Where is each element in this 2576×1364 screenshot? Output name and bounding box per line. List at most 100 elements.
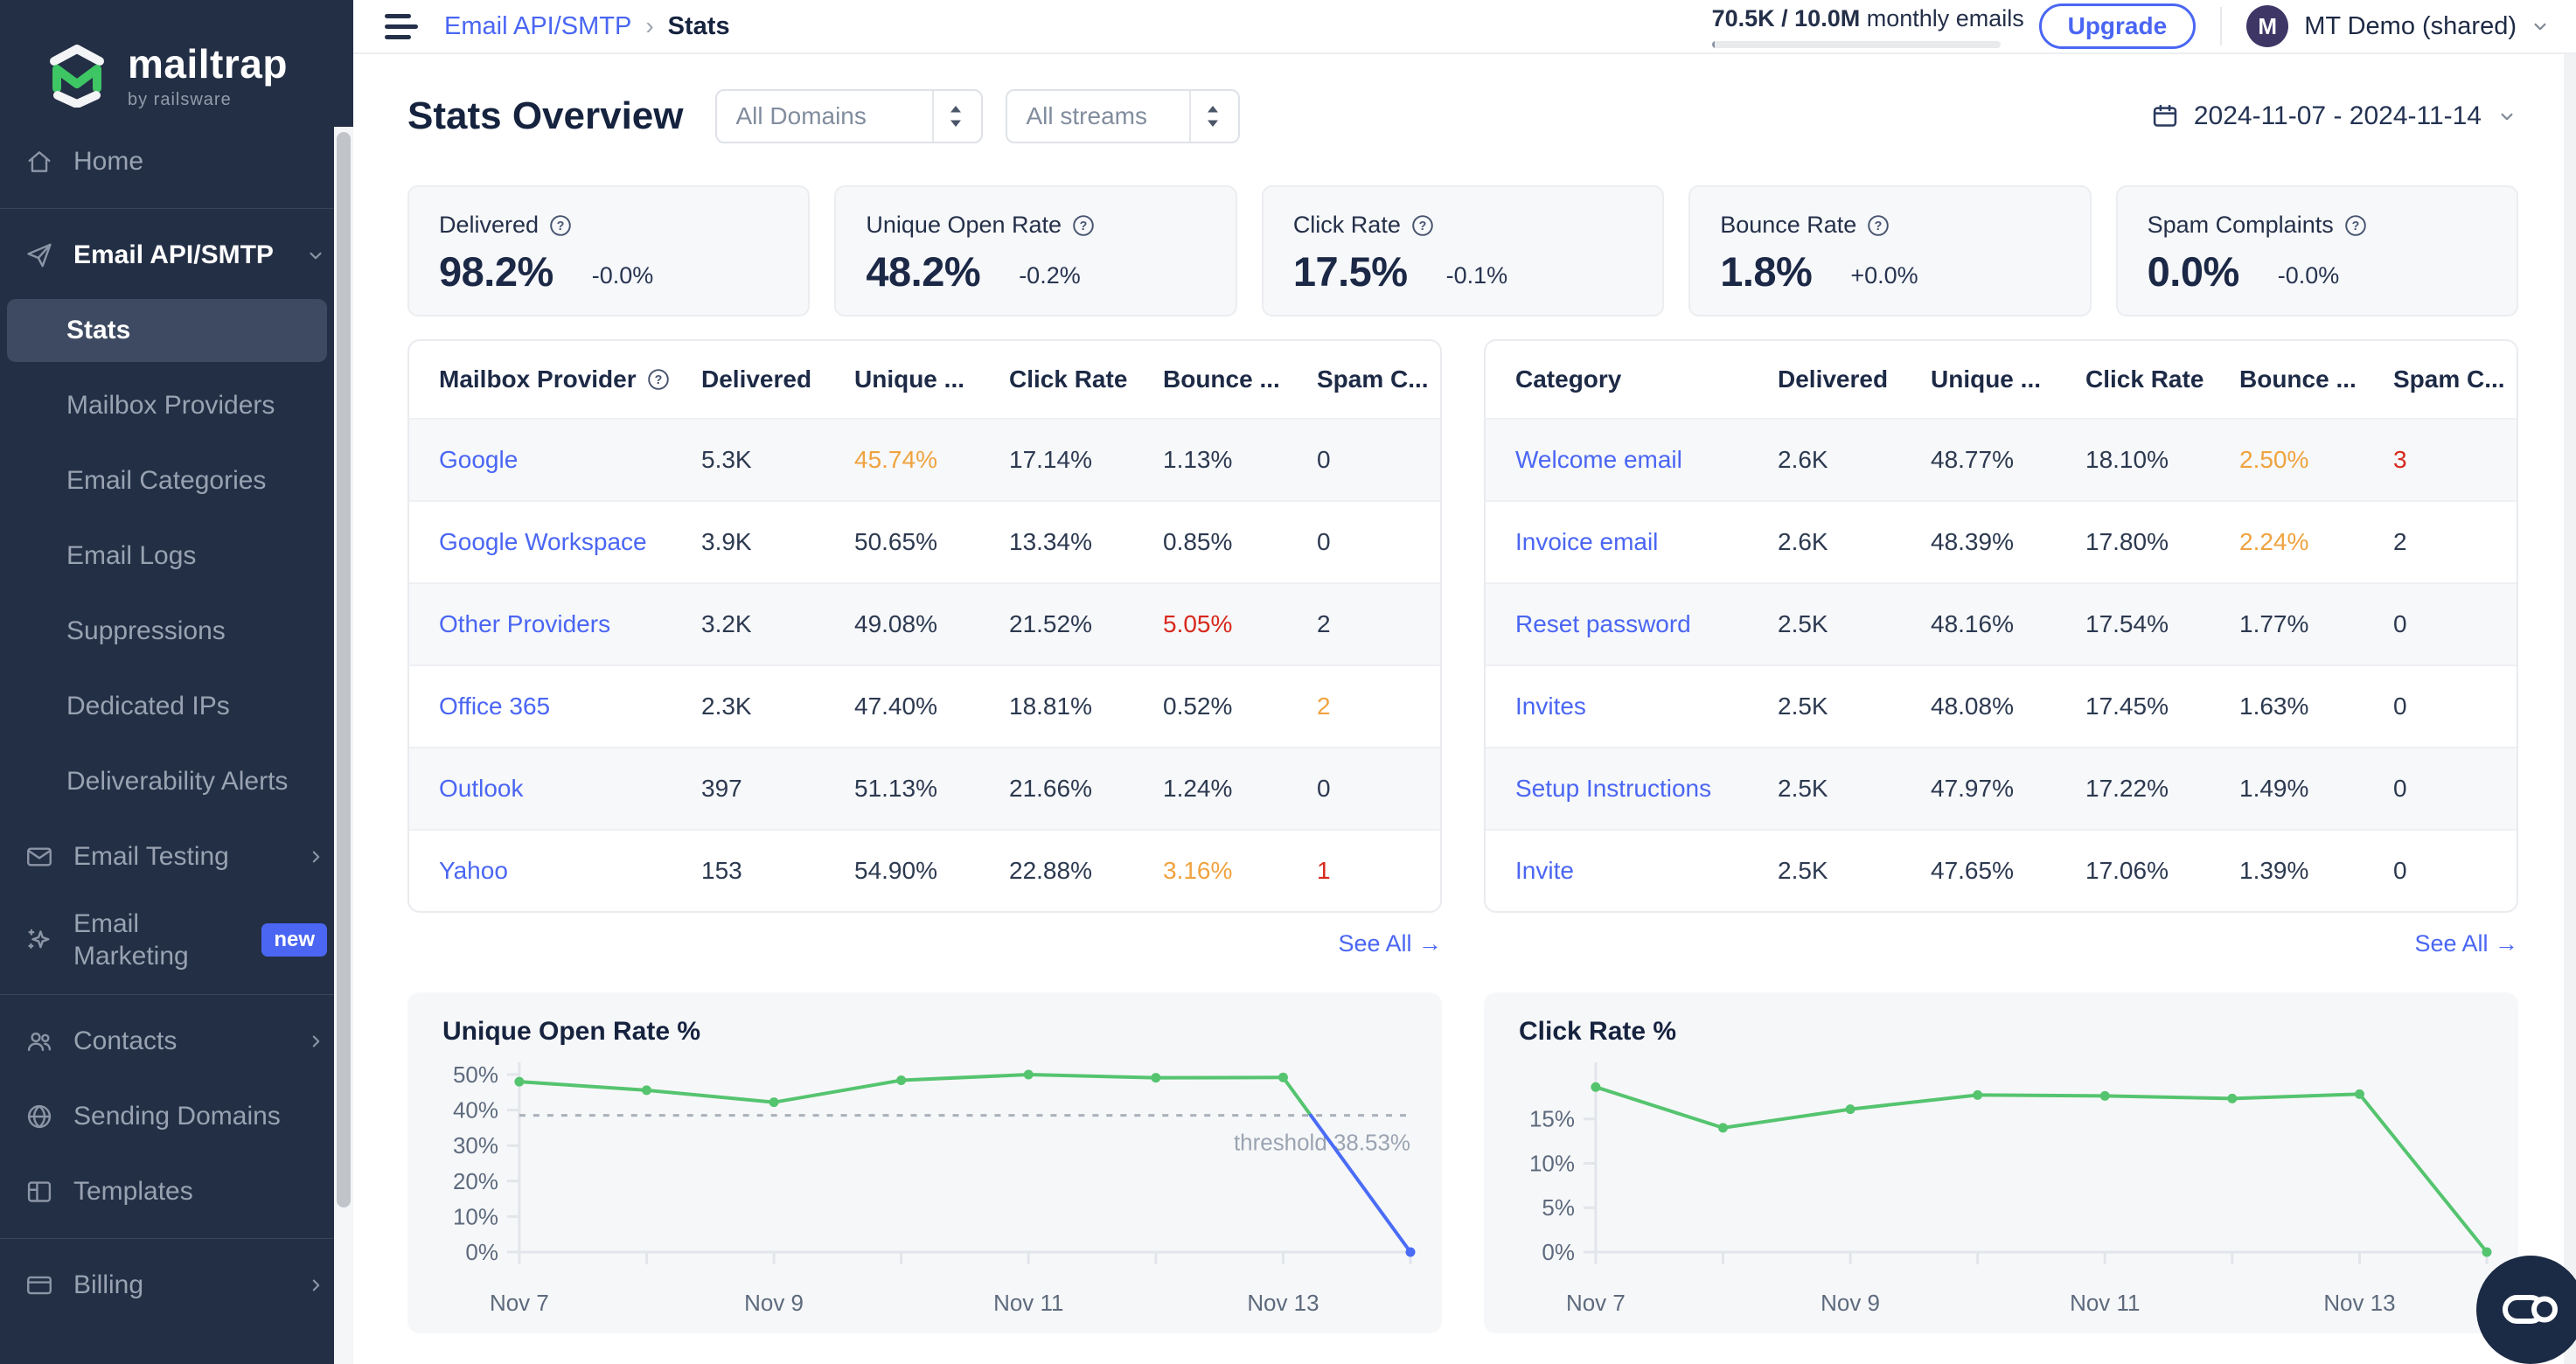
- table-row: Office 365 2.3K 47.40% 18.81% 0.52% 2: [409, 665, 1440, 747]
- row-link[interactable]: Other Providers: [439, 610, 701, 638]
- chat-launcher-button[interactable]: [2476, 1256, 2576, 1364]
- series-segment: [644, 1088, 776, 1104]
- table-cell: 2.5K: [1778, 857, 1828, 884]
- table-cell: 2.6K: [1778, 528, 1828, 555]
- chevron-down-icon: [310, 252, 322, 260]
- row-link[interactable]: Invite: [1515, 857, 1778, 885]
- usage-text: 70.5K / 10.0M monthly emails: [1712, 5, 2024, 32]
- sidebar-item-mailbox-providers[interactable]: Mailbox Providers: [7, 368, 327, 443]
- sidebar-item-home[interactable]: Home: [0, 124, 353, 199]
- series-segment: [772, 1078, 903, 1104]
- streams-select[interactable]: All streams: [1005, 89, 1240, 143]
- sidebar-item-email-marketing[interactable]: Email Marketing new: [0, 894, 353, 985]
- help-icon[interactable]: ?: [1411, 214, 1434, 237]
- table-cell: 18.81%: [1009, 692, 1092, 720]
- sidebar-scrollbar-track[interactable]: [334, 127, 353, 1364]
- row-link[interactable]: Yahoo: [439, 857, 701, 885]
- contacts-icon: [27, 1032, 52, 1052]
- table-cell: 22.88%: [1009, 857, 1092, 884]
- help-icon[interactable]: ?: [1867, 214, 1890, 237]
- sidebar-item-label: Email Marketing: [73, 908, 189, 971]
- table-cell: 1.63%: [2239, 692, 2309, 720]
- row-link[interactable]: Invites: [1515, 692, 1778, 720]
- account-chevron-down-icon[interactable]: [2529, 15, 2552, 38]
- help-icon[interactable]: ?: [2344, 214, 2367, 237]
- templates-icon: [27, 1181, 52, 1202]
- page-title: Stats Overview: [407, 94, 684, 137]
- x-tick-label: Nov 9: [1821, 1290, 1880, 1316]
- sidebar-divider: [0, 208, 353, 209]
- account-name[interactable]: MT Demo (shared): [2304, 12, 2517, 41]
- table-cell: 2.50%: [2239, 446, 2309, 473]
- table-cell: 48.77%: [1931, 446, 2014, 473]
- data-point: [1845, 1104, 1855, 1115]
- domains-select[interactable]: All Domains: [714, 89, 983, 143]
- sidebar-item-dedicated-ips[interactable]: Dedicated IPs: [7, 669, 327, 744]
- hamburger-menu-icon[interactable]: [385, 12, 423, 40]
- y-tick-label: 30%: [453, 1132, 498, 1159]
- sidebar-item-billing[interactable]: Billing: [0, 1248, 353, 1323]
- row-link[interactable]: Office 365: [439, 692, 701, 720]
- sidebar-item-email-logs[interactable]: Email Logs: [7, 518, 327, 594]
- sidebar-item-stats[interactable]: Stats: [7, 299, 327, 362]
- date-range-picker[interactable]: 2024-11-07 - 2024-11-14: [2150, 101, 2518, 131]
- sidebar-item-email-categories[interactable]: Email Categories: [7, 443, 327, 518]
- row-link[interactable]: Welcome email: [1515, 446, 1778, 474]
- table-cell: 3.2K: [701, 610, 752, 637]
- content: Stats Overview All Domains All streams 2…: [353, 54, 2576, 1333]
- help-icon[interactable]: ?: [549, 214, 572, 237]
- table-cell: 1.13%: [1163, 446, 1233, 473]
- upgrade-button[interactable]: Upgrade: [2038, 3, 2197, 49]
- row-link[interactable]: Google: [439, 446, 701, 474]
- svg-text:?: ?: [1875, 219, 1883, 233]
- series-segment: [1721, 1107, 1853, 1130]
- table-cell: 1.24%: [1163, 775, 1233, 802]
- main-area: Email API/SMTP › Stats 70.5K / 10.0M mon…: [353, 0, 2576, 1364]
- mailtrap-logo[interactable]: mailtrap by railsware: [0, 0, 353, 124]
- row-link[interactable]: Setup Instructions: [1515, 775, 1778, 803]
- table-cell: 49.08%: [854, 610, 937, 637]
- column-header: Spam C...: [2393, 365, 2505, 393]
- row-link[interactable]: Reset password: [1515, 610, 1778, 638]
- account-avatar[interactable]: M: [2246, 5, 2289, 47]
- logo-subtitle: by railsware: [128, 90, 232, 109]
- table-cell: 48.39%: [1931, 528, 2014, 555]
- sidebar-item-templates[interactable]: Templates: [0, 1154, 353, 1229]
- main-scrollbar-track[interactable]: [2564, 54, 2576, 1364]
- svg-text:?: ?: [654, 373, 662, 387]
- row-link[interactable]: Outlook: [439, 775, 701, 803]
- help-icon[interactable]: ?: [647, 368, 670, 391]
- provider-see-all-link[interactable]: See All →: [1338, 930, 1442, 957]
- sidebar-item-sending-domains[interactable]: Sending Domains: [0, 1079, 353, 1154]
- table-cell: 17.45%: [2085, 692, 2169, 720]
- metric-delta: -0.0%: [591, 262, 654, 289]
- table-cell: 0: [2393, 692, 2407, 720]
- metric-label: Spam Complaints: [2147, 212, 2334, 238]
- select-arrows-icon: [1188, 91, 1222, 142]
- sidebar-item-email-testing[interactable]: Email Testing: [0, 819, 353, 894]
- sidebar-item-label: Deliverability Alerts: [66, 767, 289, 796]
- breadcrumb-parent-link[interactable]: Email API/SMTP: [444, 12, 631, 41]
- row-link[interactable]: Google Workspace: [439, 528, 701, 556]
- table-row: Outlook 397 51.13% 21.66% 1.24% 0: [409, 747, 1440, 829]
- x-tick-label: Nov 7: [490, 1290, 549, 1316]
- column-header: Category: [1515, 365, 1622, 393]
- table-cell: 2.24%: [2239, 528, 2309, 555]
- streams-select-value: All streams: [1026, 102, 1147, 129]
- metric-card-spam-complaints: Spam Complaints? 0.0% -0.0%: [2115, 185, 2519, 317]
- sidebar-item-suppressions[interactable]: Suppressions: [7, 594, 327, 669]
- metric-value: 1.8%: [1720, 248, 1813, 295]
- chevron-right-icon: [312, 1279, 320, 1291]
- sidebar-item-email-api-smtp[interactable]: Email API/SMTP: [0, 218, 353, 293]
- row-link[interactable]: Invoice email: [1515, 528, 1778, 556]
- data-point: [514, 1076, 525, 1087]
- sidebar-scrollbar-thumb[interactable]: [337, 132, 351, 1207]
- help-icon[interactable]: ?: [1072, 214, 1095, 237]
- sidebar-item-contacts[interactable]: Contacts: [0, 1004, 353, 1079]
- data-point: [896, 1075, 907, 1085]
- table-row: Google Workspace 3.9K 50.65% 13.34% 0.85% 0: [409, 500, 1440, 582]
- category-see-all-link[interactable]: See All →: [2414, 930, 2518, 957]
- metric-card-bounce-rate: Bounce Rate? 1.8% +0.0%: [1688, 185, 2092, 317]
- sidebar-item-deliverability-alerts[interactable]: Deliverability Alerts: [7, 744, 327, 819]
- table-cell: 0: [2393, 857, 2407, 884]
